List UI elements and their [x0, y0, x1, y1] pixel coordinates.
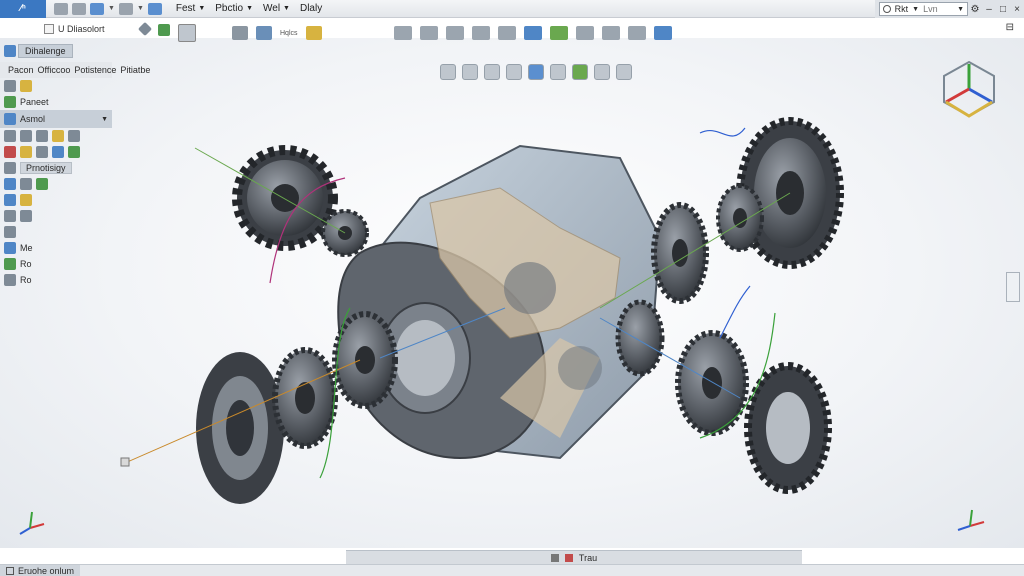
open-icon[interactable] — [72, 2, 86, 15]
close-button[interactable]: × — [1010, 4, 1024, 15]
gear-right-bottom-outer[interactable] — [744, 362, 832, 494]
chevron-down-icon: ▼ — [198, 5, 206, 12]
chevron-down-icon: ▼ — [283, 5, 290, 12]
status-label: Eruohe onlum — [18, 565, 75, 576]
save-icon[interactable] — [90, 2, 104, 15]
view-scroll-control[interactable] — [1006, 272, 1020, 302]
gear-top-left[interactable] — [232, 145, 338, 251]
document-title-text: U Dliasolort — [58, 24, 105, 34]
app-logo-button[interactable]: ⁄ⁿ — [0, 0, 46, 18]
search-placeholder: Lvn — [923, 4, 938, 14]
new-icon[interactable] — [54, 2, 68, 15]
search-label: Rkt — [894, 4, 909, 14]
triad-icon — [19, 511, 45, 535]
help-icon[interactable]: ⚙ — [968, 4, 982, 15]
motion-study-tab[interactable]: Trau — [346, 550, 802, 564]
gear-right-mid[interactable] — [615, 299, 665, 377]
chevron-down-icon[interactable]: ▼ — [957, 6, 964, 13]
gear-right-top-mid[interactable] — [716, 184, 764, 252]
document-icon — [44, 24, 54, 34]
menu-item-tools[interactable]: Dlaly — [300, 3, 322, 14]
search-area: Rkt ▼ Lvn ▼ ⚙ – □ × — [874, 0, 1024, 18]
rebuild-icon[interactable] — [118, 2, 133, 15]
tab-label: Trau — [578, 552, 598, 563]
exploded-gearbox-model[interactable] — [0, 38, 1024, 548]
cube-icon[interactable] — [137, 21, 153, 37]
gear-right-bottom[interactable] — [675, 330, 749, 436]
chevron-down-icon: ▼ — [246, 5, 253, 12]
status-text: Eruohe onlum — [0, 564, 81, 576]
menu-item-file[interactable]: Fest ▼ — [176, 3, 205, 14]
gearbox-housing[interactable] — [337, 144, 662, 460]
gear-right-top-small[interactable] — [651, 202, 709, 304]
status-bar: Eruohe onlum — [0, 564, 1024, 576]
left-toolbar-label: Hqlcs — [280, 29, 298, 37]
gear-bottom-left[interactable] — [272, 347, 338, 449]
minimize-button[interactable]: – — [982, 4, 996, 15]
panel-toggle-icon[interactable]: ⊟ — [1006, 22, 1014, 33]
search-box[interactable]: Rkt ▼ Lvn ▼ — [878, 2, 968, 16]
maximize-button[interactable]: □ — [996, 4, 1010, 15]
chevron-down-icon[interactable]: ▼ — [137, 5, 144, 12]
menu-item-label: Pbctio — [215, 3, 244, 14]
menu-item-view[interactable]: Wel ▼ — [263, 3, 290, 14]
status-icon — [6, 566, 14, 575]
menu-item-label: Wel — [263, 3, 281, 14]
gear-front-center[interactable] — [332, 311, 398, 409]
triad-icon — [957, 509, 985, 531]
disc-bottom-left[interactable] — [196, 352, 284, 504]
component-icon[interactable] — [158, 24, 170, 36]
search-icon — [882, 5, 891, 13]
quick-access-toolbar: ▼ ▼ — [46, 2, 162, 15]
chevron-down-icon[interactable]: ▼ — [912, 6, 919, 13]
model-tab-icon — [550, 553, 559, 562]
chevron-down-icon[interactable]: ▼ — [108, 5, 115, 12]
view-cube-icon[interactable] — [936, 56, 1002, 122]
menu-item-label: Fest — [175, 3, 196, 14]
document-title: U Dliasolort — [44, 24, 105, 34]
menu-bar: Fest ▼ Pbctio ▼ Wel ▼ Dlaly — [176, 3, 322, 14]
options-icon[interactable] — [147, 2, 162, 15]
tab-icon — [564, 553, 573, 562]
title-bar: ⁄ⁿ ▼ ▼ Fest ▼ Pbctio ▼ Wel ▼ Dlaly Rkt ▼ Lv… — [0, 0, 1024, 18]
menu-item-edit[interactable]: Pbctio ▼ — [215, 3, 253, 14]
menu-item-label: Dlaly — [299, 3, 323, 14]
